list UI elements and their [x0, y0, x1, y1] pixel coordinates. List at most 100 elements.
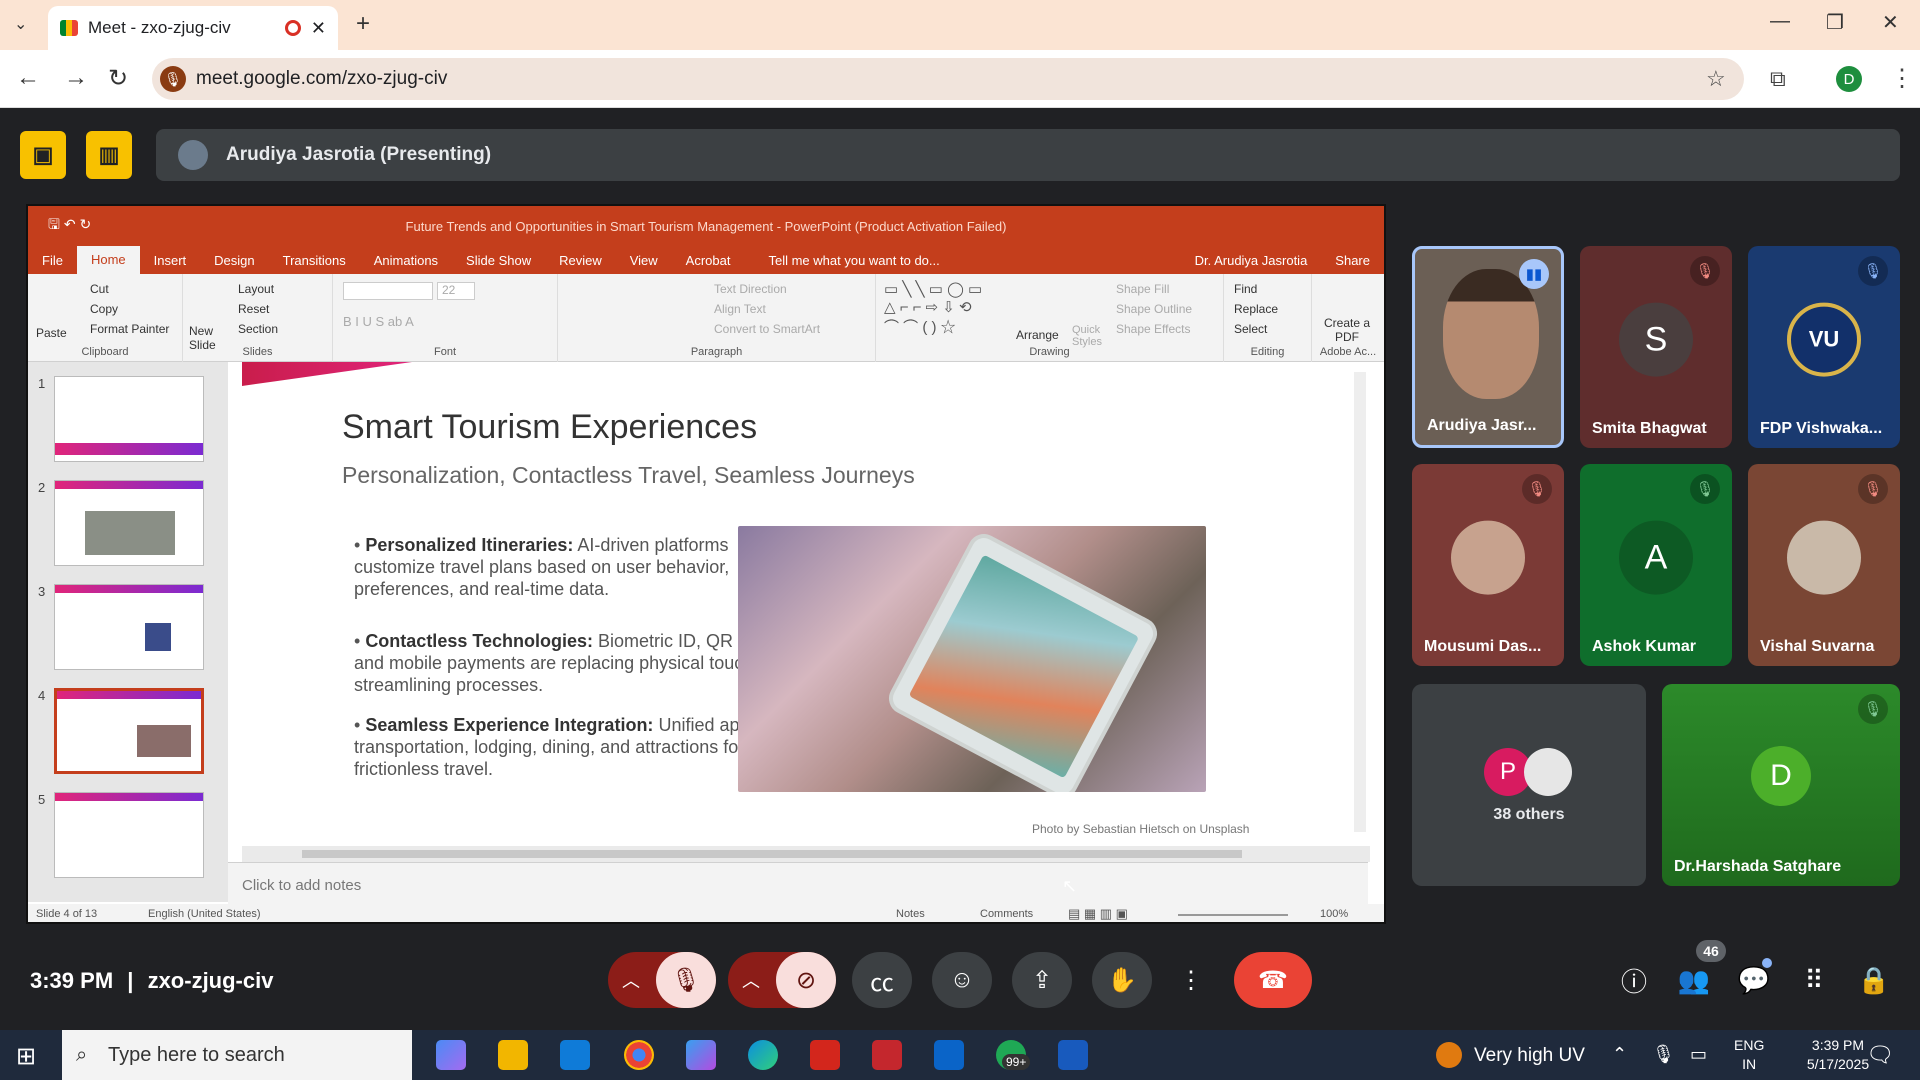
copy-button[interactable]: Copy — [90, 302, 118, 316]
participant-tile-harshada[interactable]: D 🎙 Dr.Harshada Satghare — [1662, 684, 1900, 886]
others-tile[interactable]: P 38 others — [1412, 684, 1646, 886]
leave-call-button[interactable]: ☎ — [1234, 952, 1312, 1008]
arrange-button[interactable]: Arrange — [1016, 328, 1059, 342]
tab-insert[interactable]: Insert — [140, 253, 201, 268]
quick-styles-button[interactable]: Quick Styles — [1072, 324, 1108, 348]
bookmark-star-icon[interactable]: ☆ — [1706, 66, 1726, 92]
browser-menu-icon[interactable]: ⋮ — [1890, 64, 1914, 93]
align-text-button[interactable]: Align Text — [714, 302, 766, 316]
chrome-icon[interactable] — [624, 1040, 654, 1070]
tab-design[interactable]: Design — [200, 253, 268, 268]
word-icon[interactable] — [1058, 1040, 1088, 1070]
app-icon[interactable] — [872, 1040, 902, 1070]
reset-button[interactable]: Reset — [238, 302, 269, 316]
participant-tile-vishal[interactable]: 🎙 Vishal Suvarna — [1748, 464, 1900, 666]
tab-home[interactable]: Home — [76, 246, 140, 274]
profile-avatar[interactable]: D — [1836, 66, 1862, 92]
participant-tile-ashok[interactable]: A 🎙 Ashok Kumar — [1580, 464, 1732, 666]
slide-thumb-4-selected[interactable] — [54, 688, 204, 774]
font-size-box[interactable]: 22 — [437, 282, 475, 300]
emoji-icon[interactable]: ☺ — [932, 952, 992, 1008]
view-buttons[interactable]: ▤ ▦ ▥ ▣ — [1068, 906, 1128, 922]
participant-tile-arudiya[interactable]: ▮▮ Arudiya Jasr... — [1412, 246, 1564, 448]
browser-tab[interactable]: Meet - zxo-zjug-civ ✕ — [48, 6, 338, 50]
battery-icon[interactable]: ▭ — [1690, 1044, 1707, 1065]
notifications-icon[interactable]: 🗨 — [1866, 1042, 1894, 1068]
site-mic-icon[interactable]: 🎙 — [160, 66, 186, 92]
horizontal-scrollbar[interactable] — [242, 846, 1370, 862]
outlook-icon[interactable] — [934, 1040, 964, 1070]
layout-icon[interactable]: ▥ — [86, 131, 132, 179]
tab-view[interactable]: View — [616, 253, 672, 268]
tab-acrobat[interactable]: Acrobat — [672, 253, 745, 268]
slide-thumb-2[interactable] — [54, 480, 204, 566]
acrobat-icon[interactable] — [810, 1040, 840, 1070]
language-indicator[interactable]: ENG IN — [1734, 1036, 1764, 1074]
forward-icon[interactable]: → — [64, 64, 88, 92]
comments-toggle[interactable]: Comments — [980, 908, 1033, 920]
tab-file[interactable]: File — [28, 253, 77, 268]
edge-icon[interactable] — [748, 1040, 778, 1070]
tab-animations[interactable]: Animations — [360, 253, 452, 268]
tell-me-search[interactable]: Tell me what you want to do... — [754, 253, 953, 268]
restore-icon[interactable]: ❐ — [1826, 10, 1844, 35]
slide-canvas[interactable]: Smart Tourism Experiences Personalizatio… — [242, 362, 1370, 846]
vertical-scrollbar[interactable] — [1354, 372, 1366, 832]
shape-outline-button[interactable]: Shape Outline — [1116, 302, 1192, 316]
tab-search-icon[interactable]: ⌄ — [14, 14, 27, 34]
close-window-icon[interactable]: ✕ — [1882, 10, 1899, 35]
shape-effects-button[interactable]: Shape Effects — [1116, 322, 1191, 336]
presentation-icon[interactable]: ▣ — [20, 131, 66, 179]
notes-toggle[interactable]: Notes — [896, 908, 925, 920]
participant-tile-fdp[interactable]: VU 🎙 FDP Vishwaka... — [1748, 246, 1900, 448]
host-controls-icon[interactable]: 🔒 — [1852, 958, 1896, 1002]
new-tab-button[interactable]: + — [356, 10, 370, 38]
slide-thumb-5[interactable] — [54, 792, 204, 878]
language-status[interactable]: English (United States) — [148, 908, 261, 920]
raise-hand-icon[interactable]: ✋ — [1092, 952, 1152, 1008]
format-painter-button[interactable]: Format Painter — [90, 322, 169, 336]
participant-tile-mousumi[interactable]: 🎙 Mousumi Das... — [1412, 464, 1564, 666]
tray-chevron-icon[interactable]: ⌃ — [1612, 1044, 1627, 1065]
zoom-slider[interactable] — [1178, 914, 1288, 916]
mic-off-icon[interactable]: 🎙 — [656, 952, 716, 1008]
copilot-icon[interactable] — [436, 1040, 466, 1070]
replace-button[interactable]: Replace — [1234, 302, 1278, 316]
cut-button[interactable]: Cut — [90, 282, 109, 296]
reload-icon[interactable]: ↻ — [108, 64, 128, 93]
select-button[interactable]: Select — [1234, 322, 1267, 336]
minimize-icon[interactable]: — — [1770, 10, 1790, 33]
section-button[interactable]: Section — [238, 322, 278, 336]
file-explorer-icon[interactable] — [498, 1040, 528, 1070]
participant-tile-smita[interactable]: S 🎙 Smita Bhagwat — [1580, 246, 1732, 448]
font-family-box[interactable] — [343, 282, 433, 300]
tab-review[interactable]: Review — [545, 253, 616, 268]
convert-smartart-button[interactable]: Convert to SmartArt — [714, 322, 820, 336]
more-options-icon[interactable]: ⋮ — [1166, 952, 1216, 1008]
video-options-button[interactable]: ︿ ⊘ — [728, 952, 836, 1008]
captions-icon[interactable]: ㏄ — [852, 952, 912, 1008]
create-pdf-button[interactable]: Create a PDF — [1322, 316, 1372, 344]
tab-transitions[interactable]: Transitions — [269, 253, 360, 268]
back-icon[interactable]: ← — [16, 64, 40, 92]
slide-thumb-1[interactable] — [54, 376, 204, 462]
meeting-details-icon[interactable]: ⓘ — [1612, 958, 1656, 1002]
store-icon[interactable] — [560, 1040, 590, 1070]
close-tab-icon[interactable]: ✕ — [311, 18, 326, 39]
extensions-icon[interactable]: ⧉ — [1770, 66, 1786, 92]
taskbar-search[interactable]: ⌕ Type here to search — [62, 1030, 412, 1080]
layout-button[interactable]: Layout — [238, 282, 274, 296]
ppt-share-button[interactable]: Share — [1321, 253, 1384, 268]
camera-off-icon[interactable]: ⊘ — [776, 952, 836, 1008]
shapes-gallery[interactable]: ▭ ╲ ╲ ▭ ◯ ▭ △ ⌐ ⌐ ⇨ ⇩ ⟲ ⌒ ⌒ ( ) ☆ — [884, 280, 982, 337]
shape-fill-button[interactable]: Shape Fill — [1116, 282, 1169, 296]
slide-thumb-3[interactable] — [54, 584, 204, 670]
weather-text[interactable]: Very high UV — [1474, 1045, 1585, 1067]
present-screen-icon[interactable]: ⇪ — [1012, 952, 1072, 1008]
windows-start-icon[interactable]: ⊞ — [16, 1042, 36, 1071]
m365-icon[interactable] — [686, 1040, 716, 1070]
tab-slide-show[interactable]: Slide Show — [452, 253, 545, 268]
notes-pane[interactable]: Click to add notes — [228, 862, 1368, 904]
zoom-level[interactable]: 100% — [1320, 908, 1348, 920]
font-format-icons[interactable]: B I U S ab A — [343, 314, 414, 329]
